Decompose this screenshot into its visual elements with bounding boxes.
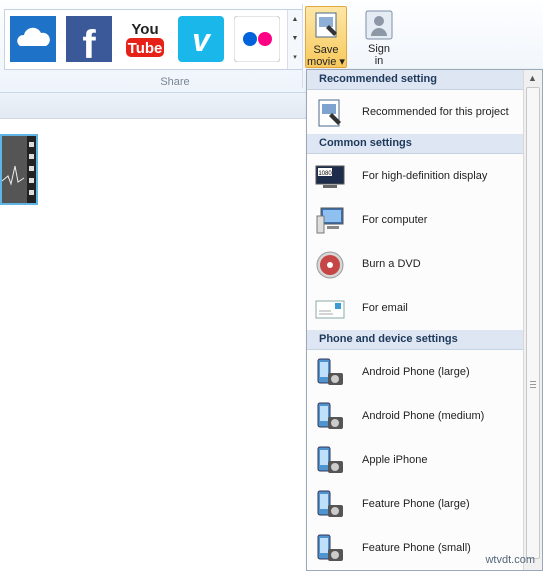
menu-item-label: Feature Phone (small)	[362, 542, 471, 554]
flickr-icon[interactable]	[234, 16, 280, 62]
menu-item-android-medium[interactable]: Android Phone (medium)	[307, 394, 524, 438]
phone-icon	[315, 402, 345, 432]
youtube-icon[interactable]: You Tube	[122, 16, 168, 62]
menu-item-label: Apple iPhone	[362, 454, 428, 466]
menu-item-label: Android Phone (medium)	[362, 410, 485, 422]
menu-item-label: Android Phone (large)	[362, 366, 470, 378]
save-movie-icon	[311, 11, 341, 41]
share-gallery: f You Tube v ▲ ▼ ▾	[4, 9, 303, 70]
save-movie-label-2: movie ▾	[307, 56, 345, 68]
recommended-icon	[315, 98, 345, 128]
menu-item-recommended[interactable]: Recommended for this project	[307, 90, 524, 134]
storyboard-header	[0, 93, 306, 119]
gallery-scroll[interactable]: ▲ ▼ ▾	[287, 10, 302, 69]
group-divider	[302, 4, 303, 88]
dvd-icon	[315, 250, 345, 280]
section-heading-phone: Phone and device settings	[307, 330, 524, 350]
sign-in-label: Sign	[367, 43, 391, 55]
group-label-share: Share	[160, 76, 190, 88]
facebook-icon[interactable]: f	[66, 16, 112, 62]
menu-item-label: For email	[362, 302, 408, 314]
phone-icon	[315, 358, 345, 388]
vimeo-icon[interactable]: v	[178, 16, 224, 62]
svg-text:v: v	[192, 22, 212, 58]
user-icon	[365, 10, 393, 40]
more-icon[interactable]: ▾	[288, 48, 302, 67]
menu-scrollbar[interactable]: ▲	[523, 70, 542, 570]
chevron-down-icon[interactable]: ▼	[288, 29, 302, 48]
onedrive-icon[interactable]	[10, 16, 56, 62]
watermark: wtvdt.com	[485, 554, 535, 566]
svg-text:1080: 1080	[318, 171, 332, 177]
save-movie-button[interactable]: Save movie ▾	[305, 6, 347, 68]
menu-item-android-large[interactable]: Android Phone (large)	[307, 350, 524, 394]
computer-icon	[315, 206, 345, 236]
phone-icon	[315, 534, 345, 564]
menu-item-label: Recommended for this project	[362, 106, 509, 118]
sign-in-button[interactable]: Sign in	[357, 6, 401, 68]
menu-item-label: Feature Phone (large)	[362, 498, 470, 510]
hd-display-icon: 1080	[315, 162, 345, 192]
menu-item-feature-large[interactable]: Feature Phone (large)	[307, 482, 524, 526]
menu-item-email[interactable]: For email	[307, 286, 524, 330]
grip-icon	[530, 381, 536, 390]
phone-icon	[315, 490, 345, 520]
chevron-up-icon[interactable]: ▲	[288, 10, 302, 29]
menu-item-hd-display[interactable]: 1080 For high-definition display	[307, 154, 524, 198]
menu-item-computer[interactable]: For computer	[307, 198, 524, 242]
storyboard-area[interactable]	[0, 119, 306, 571]
section-heading-common: Common settings	[307, 134, 524, 154]
scrollbar-thumb[interactable]	[526, 87, 540, 559]
save-movie-label: Save	[313, 44, 339, 56]
svg-text:You: You	[131, 21, 158, 38]
scroll-up-arrow-icon[interactable]: ▲	[528, 73, 537, 83]
sign-in-label-2: in	[374, 55, 384, 67]
save-movie-menu: Recommended setting Recommended for this…	[306, 69, 543, 571]
menu-content: Recommended setting Recommended for this…	[307, 70, 524, 570]
menu-item-apple-iphone[interactable]: Apple iPhone	[307, 438, 524, 482]
svg-text:f: f	[82, 23, 96, 62]
video-clip-thumbnail[interactable]	[0, 134, 38, 205]
menu-item-dvd[interactable]: Burn a DVD	[307, 242, 524, 286]
svg-text:Tube: Tube	[128, 40, 163, 57]
section-heading-recommended: Recommended setting	[307, 70, 524, 90]
phone-icon	[315, 446, 345, 476]
menu-item-label: Burn a DVD	[362, 258, 421, 270]
menu-item-label: For high-definition display	[362, 170, 488, 182]
menu-item-label: For computer	[362, 214, 428, 226]
email-icon	[315, 294, 345, 324]
